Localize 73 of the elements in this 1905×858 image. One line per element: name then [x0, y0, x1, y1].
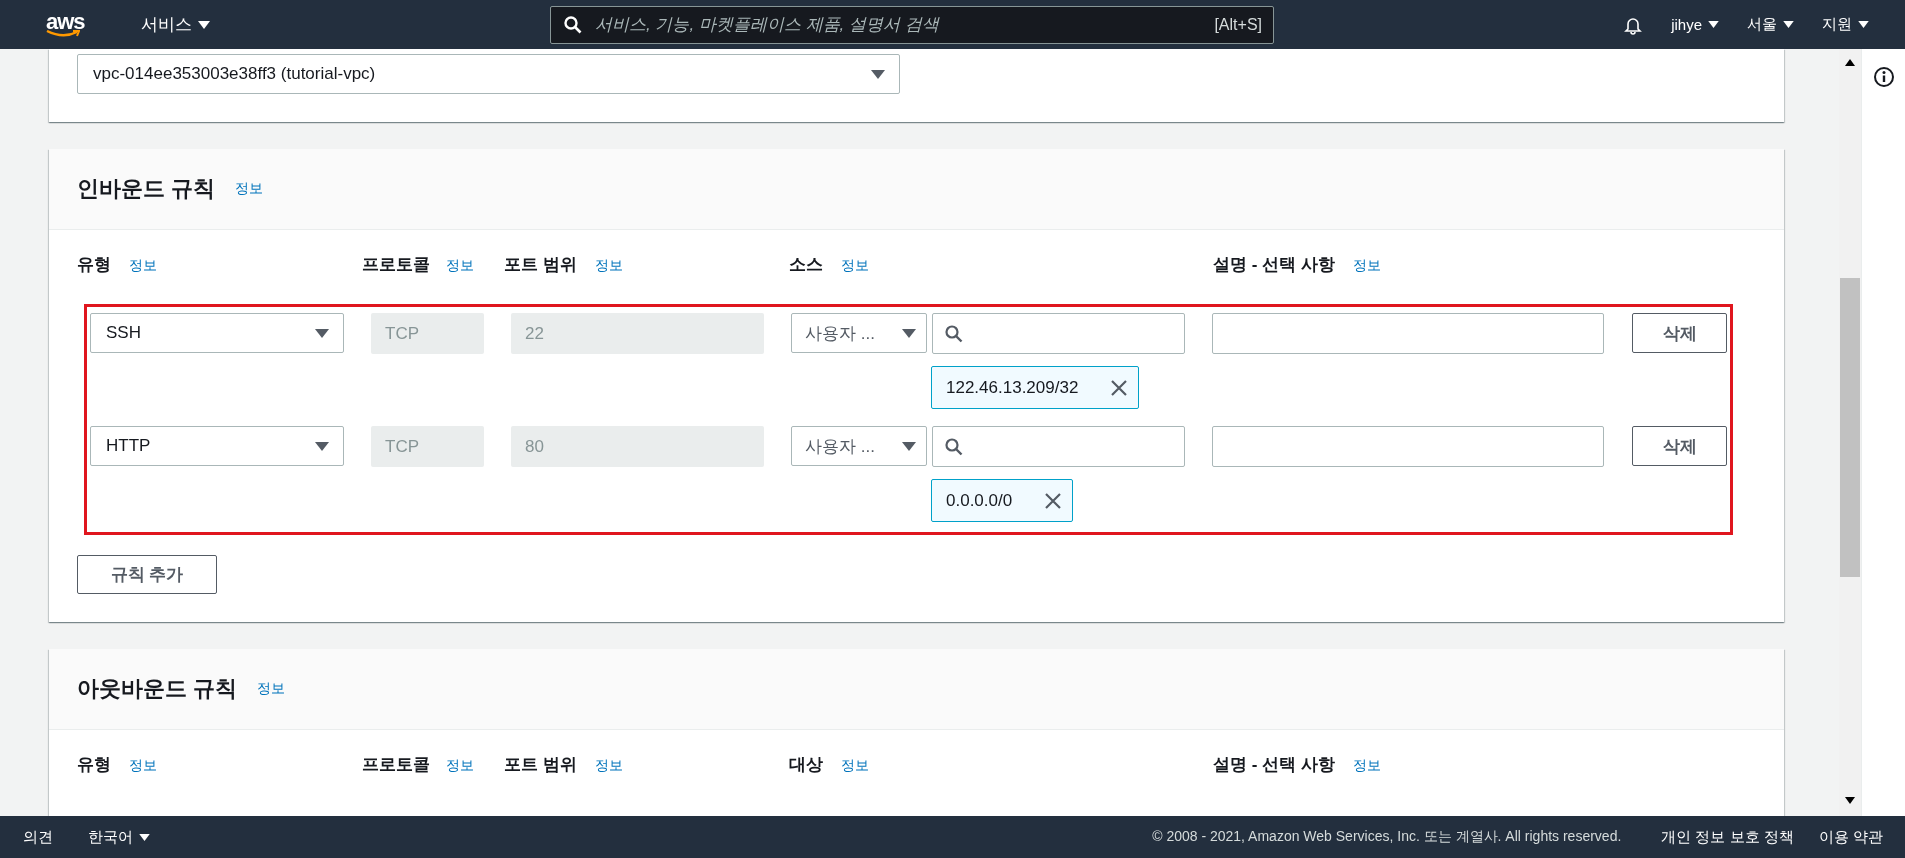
protocol-field: TCP: [371, 313, 484, 354]
services-menu[interactable]: 서비스: [141, 13, 210, 36]
source-select[interactable]: 사용자 ...: [791, 426, 927, 466]
user-menu[interactable]: jihye: [1671, 16, 1719, 33]
type-select[interactable]: HTTP: [90, 426, 344, 466]
caret-icon: [1708, 21, 1719, 28]
info-link[interactable]: 정보: [129, 757, 157, 773]
info-link[interactable]: 정보: [129, 257, 157, 273]
footer-link[interactable]: 이용 약관: [1818, 827, 1883, 847]
column-header: 프로토콜: [362, 755, 430, 774]
column-header: 설명 - 선택 사항: [1213, 755, 1335, 774]
search-icon: [945, 437, 963, 456]
feedback-link[interactable]: 의견: [23, 827, 53, 847]
scroll-down-icon[interactable]: [1845, 797, 1855, 804]
scroll-up-icon[interactable]: [1845, 59, 1855, 66]
info-link[interactable]: 정보: [1352, 257, 1381, 273]
column-header: 대상: [789, 755, 823, 774]
aws-logo[interactable]: aws: [46, 11, 86, 38]
column-header: 포트 범위: [504, 755, 577, 774]
caret-icon: [1783, 21, 1794, 28]
info-link[interactable]: 정보: [257, 680, 286, 698]
column-header: 포트 범위: [504, 255, 577, 274]
language-menu[interactable]: 한국어: [88, 827, 150, 847]
footer-link[interactable]: 개인 정보 보호 정책: [1661, 827, 1794, 847]
info-icon[interactable]: [1872, 66, 1895, 88]
scrollbar[interactable]: [1839, 49, 1861, 816]
source-select[interactable]: 사용자 ...: [791, 313, 927, 353]
source-search-field[interactable]: [932, 313, 1185, 354]
column-header: 프로토콜: [362, 255, 430, 274]
close-icon[interactable]: [1044, 491, 1063, 510]
caret-icon: [902, 441, 916, 451]
description-field[interactable]: [1212, 313, 1604, 354]
add-rule-button[interactable]: 규칙 추가: [77, 555, 217, 594]
search-icon: [945, 324, 963, 343]
delete-button[interactable]: 삭제: [1632, 426, 1727, 466]
vpc-select[interactable]: vpc-014ee353003e38ff3 (tutorial-vpc): [77, 54, 900, 94]
info-link[interactable]: 정보: [235, 180, 264, 198]
cidr-text: 0.0.0.0/0: [946, 490, 1013, 511]
scrollbar-thumb[interactable]: [1840, 278, 1860, 577]
caret-icon: [315, 328, 329, 338]
info-link[interactable]: 정보: [446, 257, 474, 273]
column-header: 유형: [77, 755, 111, 774]
port-range-field: 80: [511, 426, 764, 467]
section-title: 아웃바운드 규칙: [77, 675, 238, 703]
search-icon: [564, 15, 582, 34]
caret-icon: [1858, 21, 1869, 28]
info-link[interactable]: 정보: [841, 757, 869, 773]
protocol-field: TCP: [371, 426, 484, 467]
cidr-text: 122.46.13.209/32: [946, 377, 1079, 398]
caret-icon: [139, 833, 150, 841]
close-icon[interactable]: [1110, 378, 1129, 397]
source-search-field[interactable]: [932, 426, 1185, 467]
caret-icon: [315, 441, 329, 451]
section-title: 인바운드 규칙: [77, 175, 216, 203]
column-header: 소스: [789, 255, 823, 274]
info-link[interactable]: 정보: [1352, 757, 1381, 773]
info-link[interactable]: 정보: [446, 757, 474, 773]
copyright-text: © 2008 - 2021, Amazon Web Services, Inc. 또는 계열사. All rights reserved.: [1152, 828, 1622, 846]
region-menu[interactable]: 서울: [1747, 15, 1794, 34]
type-select[interactable]: SSH: [90, 313, 344, 353]
delete-button[interactable]: 삭제: [1632, 313, 1727, 353]
caret-icon: [871, 69, 885, 79]
caret-icon: [198, 20, 210, 29]
info-link[interactable]: 정보: [594, 757, 623, 773]
info-link[interactable]: 정보: [594, 257, 623, 273]
column-header: 설명 - 선택 사항: [1213, 255, 1335, 274]
support-menu[interactable]: 지원: [1822, 15, 1869, 34]
description-field[interactable]: [1212, 426, 1604, 467]
info-link[interactable]: 정보: [841, 257, 869, 273]
port-range-field: 22: [511, 313, 764, 354]
shortcut-hint: [Alt+S]: [1214, 15, 1262, 34]
column-header: 유형: [77, 255, 111, 274]
caret-icon: [902, 328, 916, 338]
